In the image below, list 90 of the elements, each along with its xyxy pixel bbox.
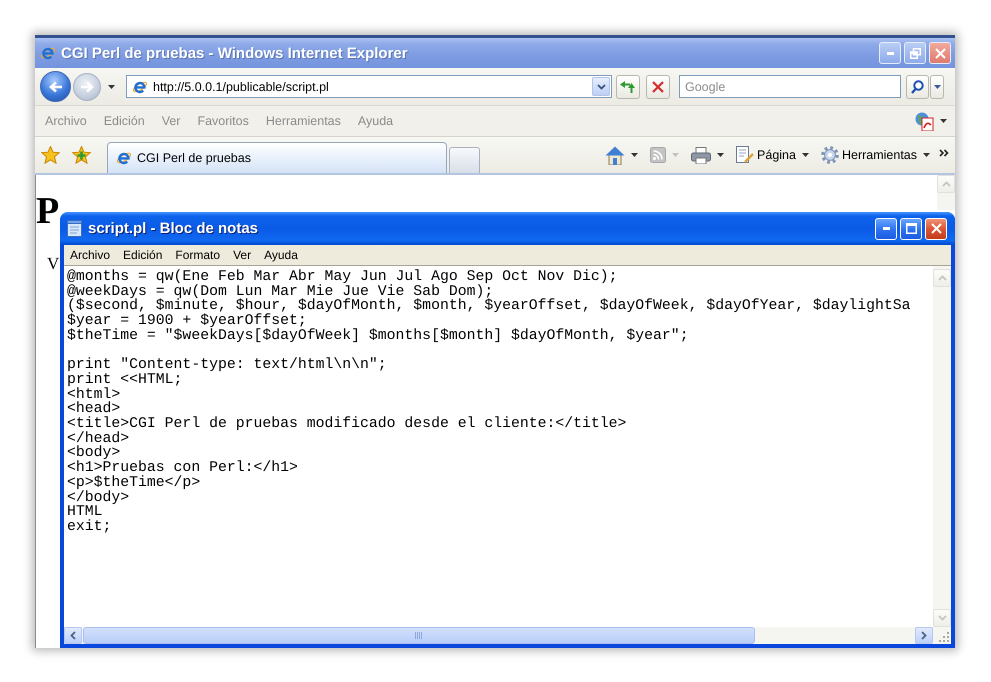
page-text: V: [47, 254, 60, 274]
address-field[interactable]: http://5.0.0.1/publicable/script.pl: [126, 75, 612, 98]
caret-icon: [631, 153, 638, 157]
scroll-right-button[interactable]: [915, 627, 933, 644]
double-chevron-icon[interactable]: [939, 149, 949, 157]
history-dropdown-button[interactable]: [106, 82, 117, 90]
favorites-button[interactable]: [39, 144, 62, 166]
code-line: print <<HTML;: [67, 372, 182, 388]
restore-button[interactable]: [904, 42, 926, 64]
address-dropdown-button[interactable]: [592, 77, 610, 96]
caret-icon: [940, 119, 947, 123]
code-line: <head>: [67, 402, 120, 418]
caret-icon: [108, 84, 115, 88]
caret-icon: [923, 153, 930, 157]
code-line: print "Content-type: text/html\n\n";: [67, 358, 387, 373]
code-line: <html>: [67, 388, 120, 402]
restore-icon: [910, 48, 920, 58]
code-line: <body>: [67, 446, 120, 462]
chevron-up-icon: [942, 181, 950, 187]
maximize-icon: [906, 223, 916, 234]
new-tab-button[interactable]: [449, 147, 480, 173]
code-line: <title>CGI Perl de pruebas modificado desde el cliente:</title>: [67, 417, 626, 432]
code-line: <h1>Pruebas con Perl:</h1>: [67, 461, 298, 476]
printer-icon: [691, 146, 712, 164]
document-pencil-icon: [736, 146, 754, 164]
scrollbar-thumb[interactable]: [83, 627, 755, 644]
menu-item[interactable]: Archivo: [70, 248, 110, 262]
ie-logo-icon: [40, 45, 56, 61]
feed-icon: [650, 147, 666, 163]
scrollbar-track[interactable]: [937, 175, 955, 210]
chevron-right-icon: [921, 631, 927, 640]
minimize-icon: [886, 52, 894, 54]
url-text: http://5.0.0.1/publicable/script.pl: [153, 80, 330, 94]
close-button[interactable]: [929, 42, 951, 64]
close-icon: [930, 223, 942, 234]
chevron-up-icon: [938, 275, 946, 281]
close-icon: [934, 48, 946, 58]
chevron-down-icon: [938, 615, 946, 621]
menu-item[interactable]: Edición: [123, 248, 162, 262]
caret-icon: [717, 153, 724, 157]
chevron-left-icon: [70, 631, 76, 640]
page-heading: P: [36, 192, 60, 230]
size-grip-icon[interactable]: [938, 631, 949, 642]
page-icon: [132, 78, 148, 94]
search-icon: [911, 80, 924, 94]
menu-item[interactable]: Formato: [175, 248, 220, 262]
code-line: </body>: [67, 490, 130, 506]
code-line: @months = qw(Ene Feb Mar Abr May Jun Jul Ago Sep Oct Nov Dic);: [67, 270, 618, 285]
gear-icon: [820, 146, 839, 164]
arrow-right-icon: [80, 80, 94, 92]
x-icon: [652, 80, 664, 92]
grip-lines-icon: [415, 632, 423, 639]
refresh-button[interactable]: [616, 74, 640, 98]
tools-menu-button[interactable]: Herramientas: [818, 143, 933, 167]
window-title: script.pl - Bloc de notas: [88, 220, 260, 237]
code-line: ($second, $minute, $hour, $dayOfMonth, $month, $yearOffset, $dayOfWeek, $dayOfYear, $daylightSa: [67, 299, 911, 314]
globe-document-icon: [915, 112, 934, 130]
add-favorite-button[interactable]: [70, 144, 94, 166]
scroll-left-button[interactable]: [64, 627, 82, 644]
browser-tab[interactable]: CGI Perl de pruebas: [107, 142, 447, 173]
notepad-icon: [67, 220, 82, 237]
search-options-button[interactable]: [930, 74, 944, 98]
code-line: $theTime = "$weekDays[$dayOfWeek] $months[$month] $dayOfMonth, $year";: [67, 328, 689, 344]
page-menu-button[interactable]: Página: [733, 143, 812, 167]
menu-item[interactable]: Ayuda: [264, 248, 298, 262]
search-button[interactable]: [906, 74, 929, 98]
stop-button[interactable]: [646, 74, 670, 98]
search-field[interactable]: Google: [679, 75, 901, 98]
caret-icon: [802, 153, 809, 157]
minimize-icon: [882, 227, 890, 230]
house-icon: [605, 146, 626, 164]
back-button[interactable]: [40, 71, 71, 102]
code-line: HTML: [67, 505, 103, 520]
code-line: $year = 1900 + $yearOffset;: [67, 314, 307, 329]
document-button[interactable]: [913, 110, 949, 132]
caret-icon: [672, 153, 680, 157]
code-line: exit;: [67, 520, 112, 535]
code-line: </head>: [67, 432, 130, 446]
arrow-left-icon: [48, 80, 62, 92]
code-line: <p>$theTime</p>: [67, 476, 200, 491]
star-plus-icon: [72, 146, 92, 164]
star-icon: [41, 146, 60, 164]
caret-icon: [934, 84, 940, 88]
menu-item[interactable]: Ver: [233, 248, 252, 262]
window-title: CGI Perl de pruebas - Windows Internet Explorer: [61, 44, 409, 62]
code-line: @weekDays = qw(Dom Lun Mar Mie Jue Vie Sab Dom);: [67, 284, 494, 300]
maximize-button[interactable]: [900, 218, 922, 240]
chevron-down-icon: [596, 84, 606, 90]
arrows-icon: [620, 80, 636, 94]
ie-logo-icon: [116, 150, 132, 166]
